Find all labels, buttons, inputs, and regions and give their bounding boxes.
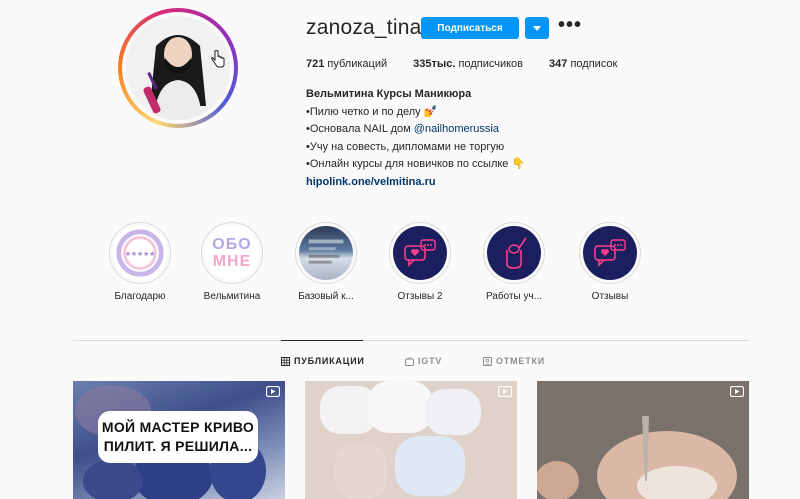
highlight-ring [483, 222, 545, 284]
highlight-cover-text: МНЕ [212, 253, 252, 270]
video-icon [266, 386, 280, 397]
followers-count: 335тыс. [413, 58, 456, 70]
bio-line-2-text: •Основала NAIL дом [306, 123, 414, 135]
nails-photo [305, 381, 517, 499]
grid-icon [281, 356, 290, 366]
highlight-cover: ★★★★★ [113, 226, 167, 280]
highlight-cover: ОБО МНЕ [205, 226, 259, 280]
chat-heart-icon [404, 239, 436, 267]
post-thumbnail[interactable]: МОЙ МАСТЕР КРИВО ПИЛИТ. Я РЕШИЛА... [73, 381, 285, 499]
post-thumbnail[interactable] [305, 381, 517, 499]
following-stat[interactable]: 347 подписок [549, 58, 617, 70]
following-count: 347 [549, 58, 568, 70]
post-caption-line: МОЙ МАСТЕР КРИВО [101, 419, 255, 435]
follow-button[interactable]: Подписаться [421, 17, 519, 39]
posts-label: публикаций [327, 58, 388, 70]
post-caption-bubble: МОЙ МАСТЕР КРИВО ПИЛИТ. Я РЕШИЛА... [98, 411, 258, 463]
screenshot-thumbnail-icon [308, 239, 344, 264]
profile-bio: Вельмитина Курсы Маникюра •Пилю четко и … [306, 86, 606, 191]
post-thumbnail[interactable] [537, 381, 749, 499]
highlight-label: Благодарю [114, 291, 166, 302]
highlight-label: Вельмитина [203, 291, 261, 302]
bio-line-2: •Основала NAIL дом @nailhomerussia [306, 121, 606, 139]
highlight-ring [389, 222, 451, 284]
nails-photo [537, 381, 749, 499]
highlight-label: Отзывы [591, 291, 629, 302]
reviews-badge-icon: ★★★★★ [116, 229, 164, 277]
tab-igtv[interactable]: IGTV [405, 356, 442, 366]
active-tab-indicator [281, 340, 363, 341]
tab-tagged[interactable]: ОТМЕТКИ [483, 356, 545, 366]
profile-full-name: Вельмитина Курсы Маникюра [306, 88, 472, 100]
highlight-item[interactable]: ОБО МНЕ Вельмитина [192, 222, 272, 302]
tag-icon [483, 356, 492, 366]
posts-count: 721 [306, 58, 325, 70]
bio-line-1: •Пилю четко и по делу 💅 [306, 105, 438, 118]
followers-stat[interactable]: 335тыс. подписчиков [413, 58, 523, 70]
highlight-cover-text: ОБО [212, 236, 252, 253]
highlight-label: Отзывы 2 [397, 291, 443, 302]
profile-stats: 721 публикаций 335тыс. подписчиков 347 п… [306, 58, 643, 70]
tab-posts[interactable]: ПУБЛИКАЦИИ [281, 356, 365, 366]
bio-line-3: •Учу на совесть, дипломами не торгую [306, 140, 505, 153]
highlight-item[interactable]: ★★★★★ Благодарю [100, 222, 180, 302]
tab-tagged-label: ОТМЕТКИ [496, 356, 546, 366]
manicure-icon [506, 237, 527, 269]
highlight-label: Базовый к... [298, 291, 354, 302]
highlight-label: Работы уч... [485, 291, 543, 302]
story-highlights: ★★★★★ Благодарю ОБО МНЕ Вельмитина Базов… [100, 222, 660, 312]
posts-stat: 721 публикаций [306, 58, 387, 70]
highlight-cover [299, 226, 353, 280]
highlight-ring [295, 222, 357, 284]
tab-posts-label: ПУБЛИКАЦИИ [294, 356, 365, 366]
svg-text:★★★★★: ★★★★★ [125, 250, 155, 258]
suggested-dropdown-button[interactable] [525, 17, 549, 39]
highlight-item[interactable]: Базовый к... [286, 222, 366, 302]
highlight-cover [487, 226, 541, 280]
highlight-item[interactable]: Отзывы 2 [380, 222, 460, 302]
following-label: подписок [570, 58, 618, 70]
chat-heart-icon [594, 239, 626, 267]
highlight-item[interactable]: Отзывы [570, 222, 650, 302]
highlight-ring [579, 222, 641, 284]
hand-cursor-icon [211, 49, 225, 73]
followers-label: подписчиков [458, 58, 524, 70]
post-caption-line: ПИЛИТ. Я РЕШИЛА... [103, 438, 253, 454]
video-icon [498, 386, 512, 397]
tab-igtv-label: IGTV [418, 356, 443, 366]
video-icon [730, 386, 744, 397]
tabs-divider [73, 340, 749, 341]
chevron-down-icon [533, 25, 541, 31]
ellipsis-icon: ••• [558, 14, 583, 36]
igtv-icon [405, 356, 414, 366]
bio-line-4: •Онлайн курсы для новичков по ссылке 👇 [306, 158, 526, 170]
highlight-ring: ★★★★★ [109, 222, 171, 284]
highlight-ring: ОБО МНЕ [201, 222, 263, 284]
highlight-cover [583, 226, 637, 280]
highlight-cover [393, 226, 447, 280]
highlight-item[interactable]: Работы уч... [474, 222, 554, 302]
more-options-button[interactable]: ••• [558, 14, 582, 37]
profile-username: zanoza_tina [306, 16, 422, 39]
bio-mention-link[interactable]: @nailhomerussia [414, 123, 499, 135]
bio-website-link[interactable]: hipolink.one/velmitina.ru [306, 174, 606, 192]
